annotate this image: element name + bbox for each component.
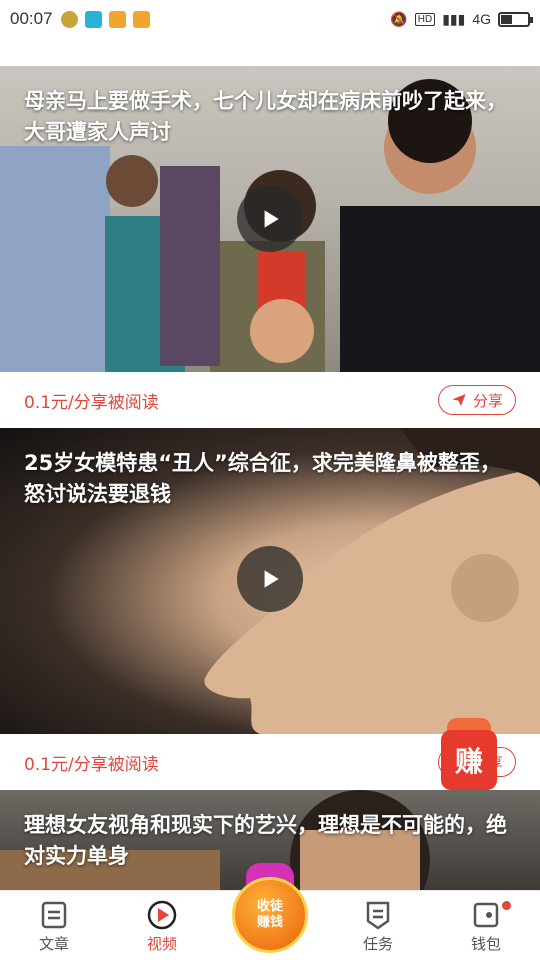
- coin-app-icon-2: [132, 10, 150, 28]
- notification-dot: [502, 901, 511, 910]
- mute-bell-icon: 🔕: [390, 10, 408, 27]
- center-label-line-2: 赚钱: [256, 915, 283, 930]
- app-notification-icon: [60, 10, 78, 28]
- earn-floating-button[interactable]: 赚: [441, 718, 497, 790]
- wallet-icon: [473, 902, 499, 928]
- tab-label: 视频: [146, 935, 177, 953]
- tab-videos[interactable]: 视频: [122, 899, 202, 954]
- battery-icon: [498, 11, 533, 27]
- task-shield-icon: [366, 901, 390, 930]
- video-thumbnail[interactable]: 25岁女模特患“丑人”综合征，求完美隆鼻被整歪，怒讨说法要退钱: [0, 428, 540, 734]
- card-meta: 0.1元/分享被阅读 分享: [0, 372, 540, 428]
- tab-label: 文章: [38, 935, 69, 953]
- play-button[interactable]: [237, 186, 303, 252]
- network-type: 4G: [472, 11, 491, 27]
- status-right: 🔕 HD ▮▮▮ 4G: [390, 10, 533, 28]
- play-icon: [264, 210, 279, 228]
- top-spacer: [0, 38, 540, 66]
- tab-articles[interactable]: 文章: [14, 899, 94, 954]
- signal-icon: ▮▮▮: [442, 10, 466, 27]
- share-label: 分享: [472, 391, 503, 410]
- document-icon: [41, 901, 67, 929]
- video-play-icon: [147, 900, 177, 930]
- scan-app-icon: [84, 10, 102, 28]
- recruit-earn-button[interactable]: 收徒 赚钱: [212, 863, 328, 960]
- video-thumbnail[interactable]: 母亲马上要做手术，七个儿女却在病床前吵了起来，大哥遭家人声讨: [0, 66, 540, 372]
- video-card-1[interactable]: 母亲马上要做手术，七个儿女却在病床前吵了起来，大哥遭家人声讨 0.1元/分享被阅…: [0, 66, 540, 428]
- center-label-line-1: 收徒: [256, 899, 283, 914]
- bottom-tab-bar: 文章 视频 收徒 赚钱 任务 钱包: [0, 863, 540, 960]
- earn-badge: 赚: [441, 730, 497, 790]
- share-button[interactable]: 分享: [437, 385, 516, 415]
- video-title[interactable]: 母亲马上要做手术，七个儿女却在病床前吵了起来，大哥遭家人声讨: [24, 86, 512, 148]
- paper-plane-icon: [452, 394, 466, 406]
- play-button[interactable]: [237, 546, 303, 612]
- tab-wallet[interactable]: 钱包: [446, 899, 526, 954]
- video-title[interactable]: 25岁女模特患“丑人”综合征，求完美隆鼻被整歪，怒讨说法要退钱: [24, 448, 512, 510]
- tab-label: 钱包: [470, 935, 501, 953]
- status-time: 00:07: [10, 9, 53, 28]
- play-icon: [264, 570, 279, 588]
- share-reward-text: 0.1元/分享被阅读: [24, 392, 159, 413]
- tab-tasks[interactable]: 任务: [338, 899, 418, 954]
- recruit-earn-badge: 收徒 赚钱: [232, 877, 308, 953]
- status-bar: 00:07 🔕 HD ▮▮▮ 4G: [0, 0, 540, 38]
- tab-label: 任务: [362, 935, 393, 953]
- coin-app-icon: [108, 10, 126, 28]
- share-reward-text: 0.1元/分享被阅读: [24, 754, 159, 775]
- hd-badge: HD: [414, 12, 436, 26]
